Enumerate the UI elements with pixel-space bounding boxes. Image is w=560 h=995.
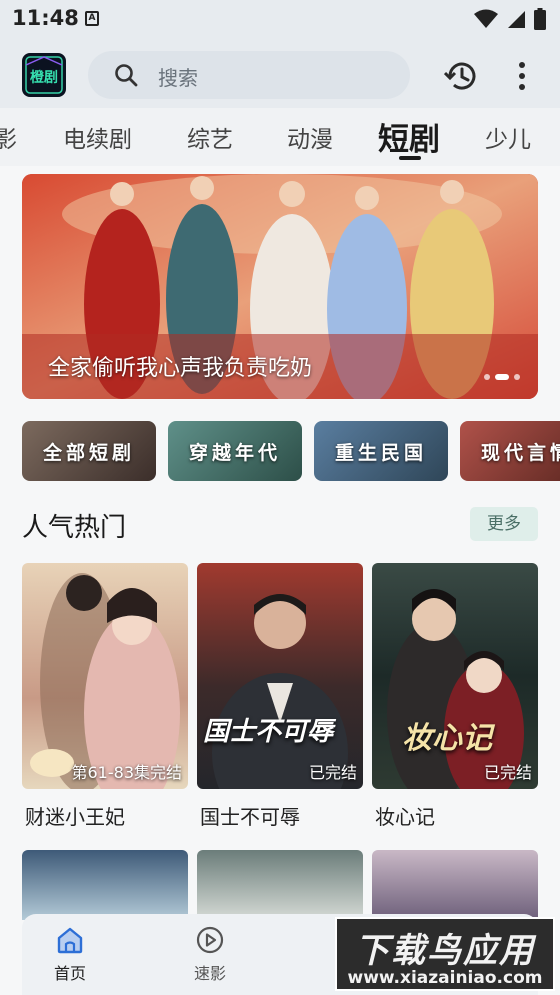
drama-card-partial[interactable] — [372, 850, 538, 920]
watermark-brand: 下载鸟应用 — [355, 931, 535, 971]
banner-title: 全家偷听我心声我负责吃奶 — [48, 356, 313, 381]
history-icon — [443, 62, 476, 90]
play-circle-icon — [196, 926, 224, 954]
tab-variety[interactable]: 综艺 — [187, 120, 233, 154]
search-input[interactable]: 搜索 — [88, 51, 410, 99]
notification-a-icon: A — [85, 11, 99, 26]
drama-card[interactable]: 国士不可辱 已完结 国士不可辱 — [197, 563, 363, 830]
genre-chips: 全部短剧 穿越年代 重生民国 现代言情 — [22, 421, 560, 481]
pagination-dot — [484, 374, 490, 380]
tab-movie[interactable]: 影 — [0, 120, 17, 154]
search-placeholder: 搜索 — [158, 66, 198, 90]
chip-label: 重生民国 — [334, 442, 427, 464]
logo-text: 橙剧 — [30, 69, 58, 86]
chip-label: 穿越年代 — [188, 442, 281, 464]
system-icons — [474, 8, 546, 30]
poster-logo-text: 妆心记 — [402, 721, 492, 756]
drama-card[interactable]: 第61-83集完结 财迷小王妃 — [22, 563, 188, 830]
signal-icon — [508, 11, 525, 28]
search-icon — [115, 64, 138, 87]
drama-card[interactable]: 妆心记 已完结 妆心记 — [372, 563, 538, 830]
section-title: 人气热门 — [22, 513, 127, 543]
chip-label: 现代言情 — [480, 442, 560, 464]
nav-quick-video[interactable]: 速影 — [180, 926, 240, 984]
pagination-dot-active — [495, 374, 509, 380]
tab-short-drama[interactable]: 短剧 — [378, 114, 440, 159]
status-bar: 11:48 A — [0, 0, 560, 38]
nav-home[interactable]: 首页 — [40, 926, 100, 984]
home-icon — [57, 927, 83, 954]
card-title: 财迷小王妃 — [25, 805, 125, 829]
card-title: 国士不可辱 — [200, 805, 300, 829]
poster-image: 国士不可辱 已完结 — [197, 563, 363, 789]
chip-modern-romance[interactable]: 现代言情 — [460, 421, 560, 481]
status-time: 11:48 — [12, 6, 79, 30]
episode-badge: 第61-83集完结 — [71, 763, 183, 782]
app-header: 橙剧 搜索 — [0, 38, 560, 108]
chip-all-short-drama[interactable]: 全部短剧 — [22, 421, 156, 481]
status-badge: 已完结 — [483, 763, 532, 782]
drama-card-partial[interactable] — [197, 850, 363, 920]
tab-tv-series[interactable]: 电续剧 — [63, 120, 132, 154]
poster-image: 第61-83集完结 — [22, 563, 188, 789]
tab-anime[interactable]: 动漫 — [287, 120, 333, 154]
nav-quick-video-label: 速影 — [193, 964, 226, 983]
pagination-dot — [514, 374, 520, 380]
banner-pagination — [484, 374, 520, 380]
chip-time-travel-era[interactable]: 穿越年代 — [168, 421, 302, 481]
chip-rebirth-republic[interactable]: 重生民国 — [314, 421, 448, 481]
drama-card-partial[interactable] — [22, 850, 188, 920]
status-badge: 已完结 — [308, 763, 357, 782]
wifi-icon — [474, 9, 498, 28]
history-button[interactable] — [443, 59, 478, 93]
nav-home-label: 首页 — [53, 964, 86, 983]
featured-banner[interactable]: 全家偷听我心声我负责吃奶 — [22, 174, 538, 399]
watermark-logo: 下载鸟应用 www.xiazainiao.com — [335, 917, 555, 991]
battery-icon — [534, 8, 546, 30]
more-vertical-icon — [519, 62, 525, 90]
card-title: 妆心记 — [375, 805, 435, 829]
poster-logo-text: 国士不可辱 — [203, 717, 334, 747]
app-logo[interactable]: 橙剧 — [22, 53, 66, 97]
more-options-button[interactable] — [508, 59, 536, 93]
more-button[interactable]: 更多 — [470, 507, 538, 541]
poster-image: 妆心记 已完结 — [372, 563, 538, 789]
active-tab-indicator — [399, 156, 421, 160]
watermark-url: www.xiazainiao.com — [347, 968, 543, 988]
chip-label: 全部短剧 — [42, 442, 135, 464]
tab-kids[interactable]: 少儿 — [485, 120, 531, 154]
category-tabs: 影 电续剧 综艺 动漫 短剧 少儿 — [0, 108, 560, 166]
